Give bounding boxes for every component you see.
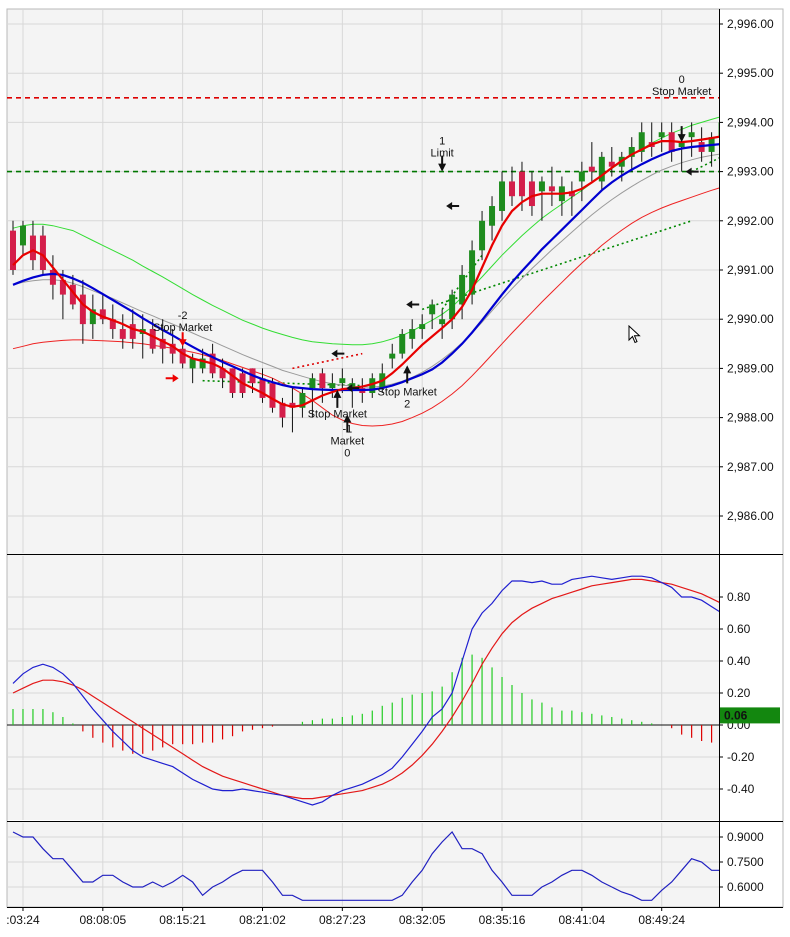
x-tick-label: 08:41:04 xyxy=(559,913,606,927)
x-axis-labels: :03:24 08:08:05 08:15:21 08:21:02 08:27:23 08… xyxy=(6,907,685,927)
x-tick-label: 08:32:05 xyxy=(399,913,446,927)
macd-tick-label: 0.20 xyxy=(727,686,751,700)
oscillator-panel-bg xyxy=(7,822,719,907)
order-label: Stop Market xyxy=(308,409,367,421)
candle-body xyxy=(439,319,446,325)
candle-body xyxy=(499,181,506,211)
price-panel-bg xyxy=(7,9,719,554)
macd-tick-label: 0.60 xyxy=(727,622,751,636)
price-tick-label: 2,987.00 xyxy=(727,460,774,474)
price-tick-label: 2,995.00 xyxy=(727,66,774,80)
candle-body xyxy=(489,206,496,226)
candle-body xyxy=(759,132,765,147)
x-tick-label: :03:24 xyxy=(6,913,40,927)
x-tick-label: 08:49:24 xyxy=(638,913,685,927)
x-tick-label: 08:27:23 xyxy=(319,913,366,927)
candle-body xyxy=(768,142,774,157)
candle-body xyxy=(778,137,784,152)
x-tick-label: 08:15:21 xyxy=(159,913,206,927)
candle-body xyxy=(528,181,535,207)
candle-body xyxy=(509,181,515,197)
chart-window: -2Stop MarketStop Market-1Market0Stop Ma… xyxy=(0,0,790,937)
macd-tick-label: 0.80 xyxy=(727,590,751,604)
order-label: Market xyxy=(331,435,365,447)
candle-body xyxy=(129,324,136,339)
macd-tick-label: -0.40 xyxy=(727,782,755,796)
candle-body xyxy=(578,171,585,182)
candle-body xyxy=(29,235,36,261)
price-tick-label: 2,986.00 xyxy=(727,509,774,523)
candle-body xyxy=(548,186,555,192)
order-label: 0 xyxy=(344,447,350,459)
x-tick-label: 08:21:02 xyxy=(239,913,286,927)
candle-body xyxy=(229,368,236,393)
candle-body xyxy=(79,294,86,325)
oscillator-tick-label: 0.7500 xyxy=(727,855,764,869)
order-label: Stop Market xyxy=(378,386,437,398)
current-value-label: 0.06 xyxy=(724,708,748,722)
candle-body xyxy=(389,353,396,359)
price-tick-label: 2,993.00 xyxy=(727,165,774,179)
candle-body xyxy=(309,378,316,389)
candle-body xyxy=(49,270,56,285)
candle-body xyxy=(119,329,126,339)
x-tick-label: 08:08:05 xyxy=(79,913,126,927)
oscillator-tick-label: 0.6000 xyxy=(727,880,764,894)
candle-body xyxy=(399,333,406,354)
order-label: -2 xyxy=(178,310,188,322)
candle-body xyxy=(409,329,416,339)
candle-body xyxy=(329,383,336,389)
candle-body xyxy=(319,373,326,389)
candle-body xyxy=(419,324,426,330)
candle-body xyxy=(518,171,525,197)
candle-body xyxy=(479,220,486,251)
candle-body xyxy=(339,378,346,384)
price-tick-label: 2,996.00 xyxy=(727,17,774,31)
candle-body xyxy=(429,304,436,315)
price-tick-label: 2,988.00 xyxy=(727,411,774,425)
order-label: 2 xyxy=(404,398,410,410)
candle-body xyxy=(688,132,695,138)
price-tick-label: 2,991.00 xyxy=(727,263,774,277)
candle-body xyxy=(269,383,276,408)
mouse-cursor-icon xyxy=(628,325,641,344)
candle-body xyxy=(39,235,46,270)
candle-body xyxy=(588,166,595,172)
order-label: Stop Market xyxy=(652,86,711,98)
macd-tick-label: -0.20 xyxy=(727,750,755,764)
candle-body xyxy=(459,274,466,305)
order-label: 1 xyxy=(439,136,445,148)
price-tick-label: 2,989.00 xyxy=(727,361,774,375)
oscillator-tick-label: 0.9000 xyxy=(727,830,764,844)
price-tick-label: 2,992.00 xyxy=(727,214,774,228)
y-axis-labels: 2,996.00 2,995.00 2,994.00 2,993.00 2,992.00… xyxy=(719,17,780,894)
order-label: 0 xyxy=(679,74,685,86)
candle-body xyxy=(538,181,545,192)
candle-body xyxy=(658,132,665,138)
candle-body xyxy=(19,225,26,246)
price-tick-label: 2,994.00 xyxy=(727,115,774,129)
chart-frame xyxy=(6,8,784,908)
x-tick-label: 08:35:16 xyxy=(479,913,526,927)
macd-panel-bg xyxy=(7,555,719,820)
price-tick-label: 2,990.00 xyxy=(727,312,774,326)
chart-canvas: -2Stop MarketStop Market-1Market0Stop Ma… xyxy=(6,8,784,927)
macd-tick-label: 0.40 xyxy=(727,654,751,668)
